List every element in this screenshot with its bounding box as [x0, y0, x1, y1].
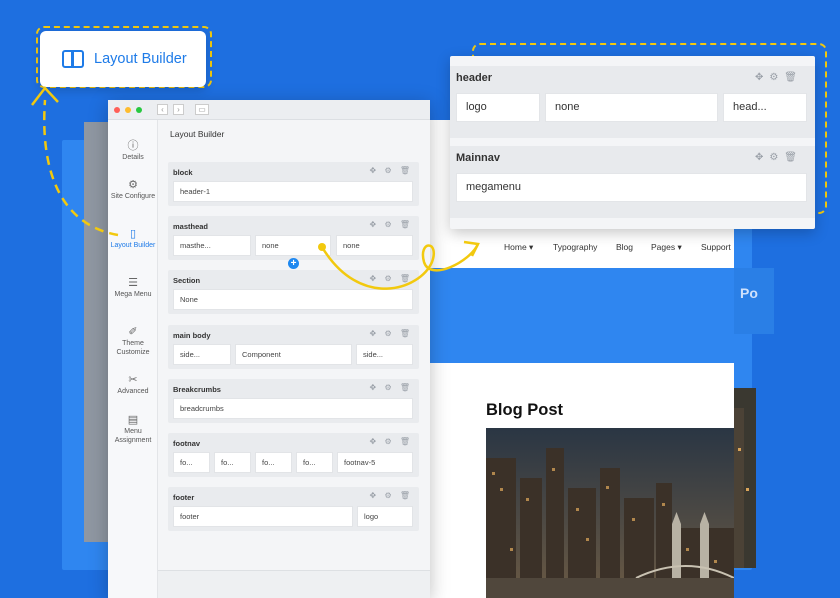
column-cell[interactable]: fo... [255, 452, 292, 473]
add-row-button[interactable]: + [288, 258, 299, 269]
site-hero-banner [430, 268, 734, 363]
nav-item-typography[interactable]: Typography [553, 242, 597, 252]
site-hero-overflow: Po [734, 268, 774, 334]
row-controls[interactable]: ✥ ⚙ 🗑 [370, 383, 413, 392]
column-cell[interactable]: head... [723, 93, 807, 122]
nav-item-home[interactable]: Home ▾ [504, 242, 533, 253]
gears-icon: ⚙ [128, 178, 138, 191]
info-icon: ⓘ [127, 139, 139, 152]
layout-row[interactable]: masthead ✥ ⚙ 🗑 masthe... none none [168, 216, 419, 260]
column-cell[interactable]: footnav-5 [337, 452, 413, 473]
row-controls[interactable]: ✥ ⚙ 🗑 [370, 274, 413, 283]
row-title: footnav [173, 439, 201, 448]
column-cell[interactable]: fo... [173, 452, 210, 473]
row-controls[interactable]: ✥ ⚙ 🗑 [370, 491, 413, 500]
column-cell[interactable]: fo... [214, 452, 251, 473]
layout-row[interactable]: footnav ✥ ⚙ 🗑 fo... fo... fo... fo... fo… [168, 433, 419, 477]
menu-icon: ☰ [128, 276, 138, 289]
row-title: block [173, 168, 193, 177]
tools-icon: ✂ [128, 373, 138, 386]
magic-wand-icon: ✐ [128, 325, 138, 338]
column-cell[interactable]: Component [235, 344, 352, 365]
column-cell[interactable]: header-1 [173, 181, 413, 202]
city-photo [486, 428, 734, 598]
column-cell[interactable]: breadcrumbs [173, 398, 413, 419]
nav-item-blog[interactable]: Blog [616, 242, 633, 252]
row-controls[interactable]: ✥⚙🗑 [755, 152, 803, 163]
panel-footer-bar [158, 570, 430, 598]
sidebar-item-mega-menu[interactable]: ☰ Mega Menu [108, 277, 158, 300]
city-photo-overflow [734, 388, 756, 568]
sidebar-item-label: Theme Customize [116, 340, 150, 356]
back-arrow-icon[interactable]: ‹ [157, 104, 168, 115]
column-cell[interactable]: none [255, 235, 331, 256]
column-cell[interactable]: megamenu [456, 173, 807, 202]
sidebar-item-details[interactable]: ⓘ Details [108, 140, 158, 163]
minimize-dot[interactable] [125, 106, 131, 113]
sidebar-item-label: Menu Assignment [114, 428, 152, 444]
layout-row[interactable]: footer ✥ ⚙ 🗑 footer logo [168, 487, 419, 531]
row-controls[interactable]: ✥ ⚙ 🗑 [370, 166, 413, 175]
layout-panel-icon [62, 50, 84, 68]
sidebar-item-menu-assignment[interactable]: ▤ Menu Assignment [108, 414, 158, 445]
blog-post-title: Blog Post [486, 401, 563, 419]
sidebar-item-site-configure[interactable]: ⚙ Site Configure [108, 179, 158, 202]
column-cell[interactable]: none [545, 93, 718, 122]
layout-panel-icon: ▯ [129, 227, 137, 240]
layout-row[interactable]: header ✥⚙🗑 logo none head... [450, 66, 815, 138]
layout-row[interactable]: block ✥ ⚙ 🗑 header-1 [168, 162, 419, 206]
column-cell[interactable]: masthe... [173, 235, 251, 256]
layout-row[interactable]: Mainnav ✥⚙🗑 megamenu [450, 146, 815, 218]
row-title: masthead [173, 222, 209, 231]
sidebar-item-label: Details [122, 154, 144, 161]
column-cell[interactable]: side... [356, 344, 413, 365]
row-controls[interactable]: ✥ ⚙ 🗑 [370, 329, 413, 338]
badge-label: Layout Builder [94, 51, 187, 67]
column-cell[interactable]: footer [173, 506, 353, 527]
column-cell[interactable]: None [173, 289, 413, 310]
column-cell[interactable]: side... [173, 344, 231, 365]
row-title: Breakcrumbs [173, 385, 221, 394]
sidebar-item-layout-builder[interactable]: ▯ Layout Builder [108, 228, 158, 251]
sidebar-item-label: Site Configure [110, 193, 156, 200]
nav-item-support[interactable]: Support [701, 242, 731, 252]
panel-title: Layout Builder [170, 129, 225, 139]
maximize-dot[interactable] [136, 106, 142, 113]
layout-row[interactable]: Section ✥ ⚙ 🗑 None [168, 270, 419, 314]
column-cell[interactable]: fo... [296, 452, 333, 473]
layout-builder-window: ‹ › ▭ ⓘ Details ⚙ Site Configure ▯ Layou… [108, 100, 430, 598]
nav-item-pages[interactable]: Pages ▾ [651, 242, 682, 253]
sidebar-item-advanced[interactable]: ✂ Advanced [108, 374, 158, 397]
row-title: Section [173, 276, 201, 285]
row-controls[interactable]: ✥ ⚙ 🗑 [370, 437, 413, 446]
column-cell[interactable]: none [336, 235, 413, 256]
column-cell[interactable]: logo [456, 93, 540, 122]
row-controls[interactable]: ✥ ⚙ 🗑 [370, 220, 413, 229]
sidebar-item-label: Advanced [117, 388, 149, 395]
layout-row[interactable]: main body ✥ ⚙ 🗑 side... Component side..… [168, 325, 419, 369]
row-title: Mainnav [456, 152, 501, 164]
row-title: header [456, 72, 493, 84]
settings-sidebar: ⓘ Details ⚙ Site Configure ▯ Layout Buil… [108, 120, 158, 598]
layout-row[interactable]: Breakcrumbs ✥ ⚙ 🗑 breadcrumbs [168, 379, 419, 423]
sidebar-item-label: Mega Menu [114, 291, 152, 298]
row-title: footer [173, 493, 195, 502]
assignment-icon: ▤ [127, 413, 139, 426]
column-cell[interactable]: logo [357, 506, 413, 527]
sidebar-item-label: Layout Builder [110, 242, 156, 249]
sidebar-item-theme-customize[interactable]: ✐ Theme Customize [108, 326, 158, 357]
site-navigation: Home ▾ Typography Blog Pages ▾ Support [430, 228, 734, 268]
layout-builder-badge: Layout Builder [40, 31, 206, 87]
header-rows-zoom: header ✥⚙🗑 logo none head... Mainnav ✥⚙🗑… [450, 56, 815, 229]
hero-partial-text: Po [740, 285, 758, 301]
row-title: main body [173, 331, 211, 340]
forward-arrow-icon[interactable]: › [173, 104, 184, 115]
window-titlebar: ‹ › ▭ [108, 100, 430, 120]
close-dot[interactable] [114, 106, 120, 113]
row-controls[interactable]: ✥⚙🗑 [755, 72, 803, 83]
sidebar-toggle-icon[interactable]: ▭ [195, 104, 209, 115]
